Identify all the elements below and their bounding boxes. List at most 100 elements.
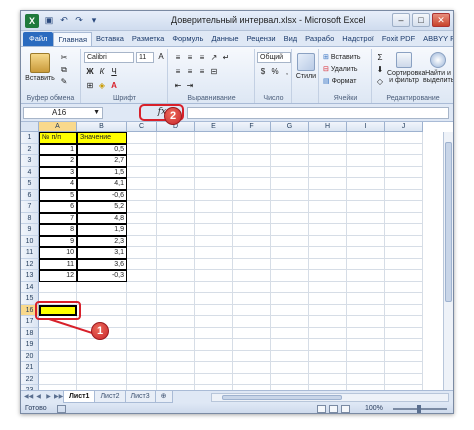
- macro-record-icon[interactable]: [57, 405, 66, 413]
- row-header-20[interactable]: 20: [21, 350, 39, 362]
- row-header-12[interactable]: 12: [21, 258, 39, 270]
- name-box[interactable]: A16 ▼: [23, 107, 103, 119]
- wrap-text-icon[interactable]: ↵: [221, 53, 231, 63]
- table-cell-number[interactable]: 1: [39, 143, 77, 155]
- table-cell-value[interactable]: 5,2: [77, 201, 127, 213]
- tab-page-layout[interactable]: Разметка: [128, 32, 168, 46]
- tab-home[interactable]: Главная: [53, 32, 92, 46]
- table-cell-value[interactable]: 0,5: [77, 143, 127, 155]
- orientation-icon[interactable]: ↗: [209, 53, 219, 63]
- currency-icon[interactable]: $: [258, 67, 268, 77]
- last-sheet-icon[interactable]: ▶▶: [54, 393, 63, 402]
- row-header-3[interactable]: 3: [21, 155, 39, 167]
- first-sheet-icon[interactable]: ◀◀: [24, 393, 33, 402]
- next-sheet-icon[interactable]: ▶: [44, 393, 53, 402]
- table-cell-number[interactable]: 9: [39, 235, 77, 247]
- row-header-19[interactable]: 19: [21, 339, 39, 351]
- fill-color-icon[interactable]: ◈: [97, 81, 107, 91]
- delete-cells-button[interactable]: ⊟ Удалить: [323, 65, 358, 73]
- row-header-22[interactable]: 22: [21, 373, 39, 385]
- merge-center-icon[interactable]: ⊟: [209, 67, 219, 77]
- paste-button[interactable]: Вставить: [25, 53, 55, 82]
- table-cell-number[interactable]: 4: [39, 178, 77, 190]
- column-header-g[interactable]: G: [271, 122, 309, 132]
- clear-icon[interactable]: ◇: [375, 77, 385, 87]
- tab-formulas[interactable]: Формуль: [168, 32, 207, 46]
- format-cells-button[interactable]: ▤ Формат: [323, 77, 356, 85]
- table-cell-value[interactable]: 4,8: [77, 212, 127, 224]
- align-top-icon[interactable]: ≡: [173, 53, 183, 63]
- thousands-icon[interactable]: ,: [282, 67, 292, 77]
- table-header-number[interactable]: № п/п: [39, 132, 77, 144]
- tab-review[interactable]: Рецензи: [243, 32, 280, 46]
- percent-icon[interactable]: %: [270, 67, 280, 77]
- table-cell-value[interactable]: 2,7: [77, 155, 127, 167]
- sheet-tab-3[interactable]: Лист3: [124, 391, 156, 403]
- undo-icon[interactable]: ↶: [58, 14, 70, 27]
- sheet-tab-1[interactable]: Лист1: [63, 391, 96, 403]
- zoom-level[interactable]: 100%: [365, 405, 383, 412]
- page-layout-view-icon[interactable]: [329, 405, 338, 413]
- tab-data[interactable]: Данные: [207, 32, 242, 46]
- column-header-c[interactable]: C: [127, 122, 157, 132]
- normal-view-icon[interactable]: [317, 405, 326, 413]
- column-header-f[interactable]: F: [233, 122, 271, 132]
- vertical-scrollbar[interactable]: [443, 132, 453, 390]
- worksheet-grid[interactable]: A B C D E F G H I J 1 2 3 4 5 6 7 8 9 10 11 12 13 14 15 16 17 18 19 2…: [21, 122, 453, 390]
- table-cell-value[interactable]: 1,9: [77, 224, 127, 236]
- row-header-9[interactable]: 9: [21, 224, 39, 236]
- font-size-select[interactable]: 11: [136, 52, 154, 63]
- row-header-13[interactable]: 13: [21, 270, 39, 282]
- close-button[interactable]: ✕: [432, 13, 450, 27]
- copy-icon[interactable]: ⧉: [59, 65, 69, 75]
- align-center-icon[interactable]: ≡: [185, 67, 195, 77]
- zoom-slider[interactable]: [393, 405, 447, 413]
- number-format-select[interactable]: Общий: [257, 52, 291, 63]
- row-header-10[interactable]: 10: [21, 235, 39, 247]
- borders-icon[interactable]: ⊞: [85, 81, 95, 91]
- autosum-icon[interactable]: Σ: [375, 53, 385, 63]
- tab-addins[interactable]: Надстрої: [338, 32, 378, 46]
- align-left-icon[interactable]: ≡: [173, 67, 183, 77]
- insert-cells-button[interactable]: ⊞ Вставить: [323, 53, 361, 61]
- row-header-11[interactable]: 11: [21, 247, 39, 259]
- tab-view[interactable]: Вид: [280, 32, 302, 46]
- styles-button[interactable]: Стили: [295, 53, 317, 80]
- horizontal-scrollbar[interactable]: [211, 393, 449, 402]
- row-header-4[interactable]: 4: [21, 166, 39, 178]
- find-select-button[interactable]: Найти и выделить: [423, 52, 453, 84]
- table-cell-value[interactable]: 2,3: [77, 235, 127, 247]
- grow-font-icon[interactable]: A: [156, 52, 166, 62]
- column-header-b[interactable]: B: [77, 122, 127, 132]
- tab-developer[interactable]: Разрабо: [301, 32, 338, 46]
- prev-sheet-icon[interactable]: ◀: [34, 393, 43, 402]
- table-cell-number[interactable]: 5: [39, 189, 77, 201]
- table-cell-number[interactable]: 3: [39, 166, 77, 178]
- increase-indent-icon[interactable]: ⇥: [185, 81, 195, 91]
- bold-icon[interactable]: Ж: [85, 67, 95, 77]
- new-sheet-tab[interactable]: ⊕: [154, 391, 173, 403]
- decrease-indent-icon[interactable]: ⇤: [173, 81, 183, 91]
- column-header-i[interactable]: I: [347, 122, 385, 132]
- table-cell-number[interactable]: 10: [39, 247, 77, 259]
- column-header-j[interactable]: J: [385, 122, 423, 132]
- table-cell-number[interactable]: 6: [39, 201, 77, 213]
- fill-icon[interactable]: ⬇: [375, 65, 385, 75]
- column-header-h[interactable]: H: [309, 122, 347, 132]
- tab-insert[interactable]: Вставка: [92, 32, 128, 46]
- font-color-icon[interactable]: A: [109, 81, 119, 91]
- table-cell-value[interactable]: -0,6: [77, 189, 127, 201]
- name-box-dropdown-icon[interactable]: ▼: [93, 108, 100, 118]
- row-header-18[interactable]: 18: [21, 327, 39, 339]
- row-header-2[interactable]: 2: [21, 143, 39, 155]
- table-cell-value[interactable]: 3,6: [77, 258, 127, 270]
- horizontal-scrollbar-thumb[interactable]: [222, 395, 342, 400]
- italic-icon[interactable]: К: [97, 67, 107, 77]
- table-cell-number[interactable]: 2: [39, 155, 77, 167]
- excel-icon[interactable]: X: [25, 14, 39, 28]
- formula-input[interactable]: [187, 107, 449, 119]
- tab-foxit-pdf[interactable]: Foxit PDF: [378, 32, 419, 46]
- align-bottom-icon[interactable]: ≡: [197, 53, 207, 63]
- table-cell-number[interactable]: 7: [39, 212, 77, 224]
- save-icon[interactable]: ▣: [43, 14, 55, 27]
